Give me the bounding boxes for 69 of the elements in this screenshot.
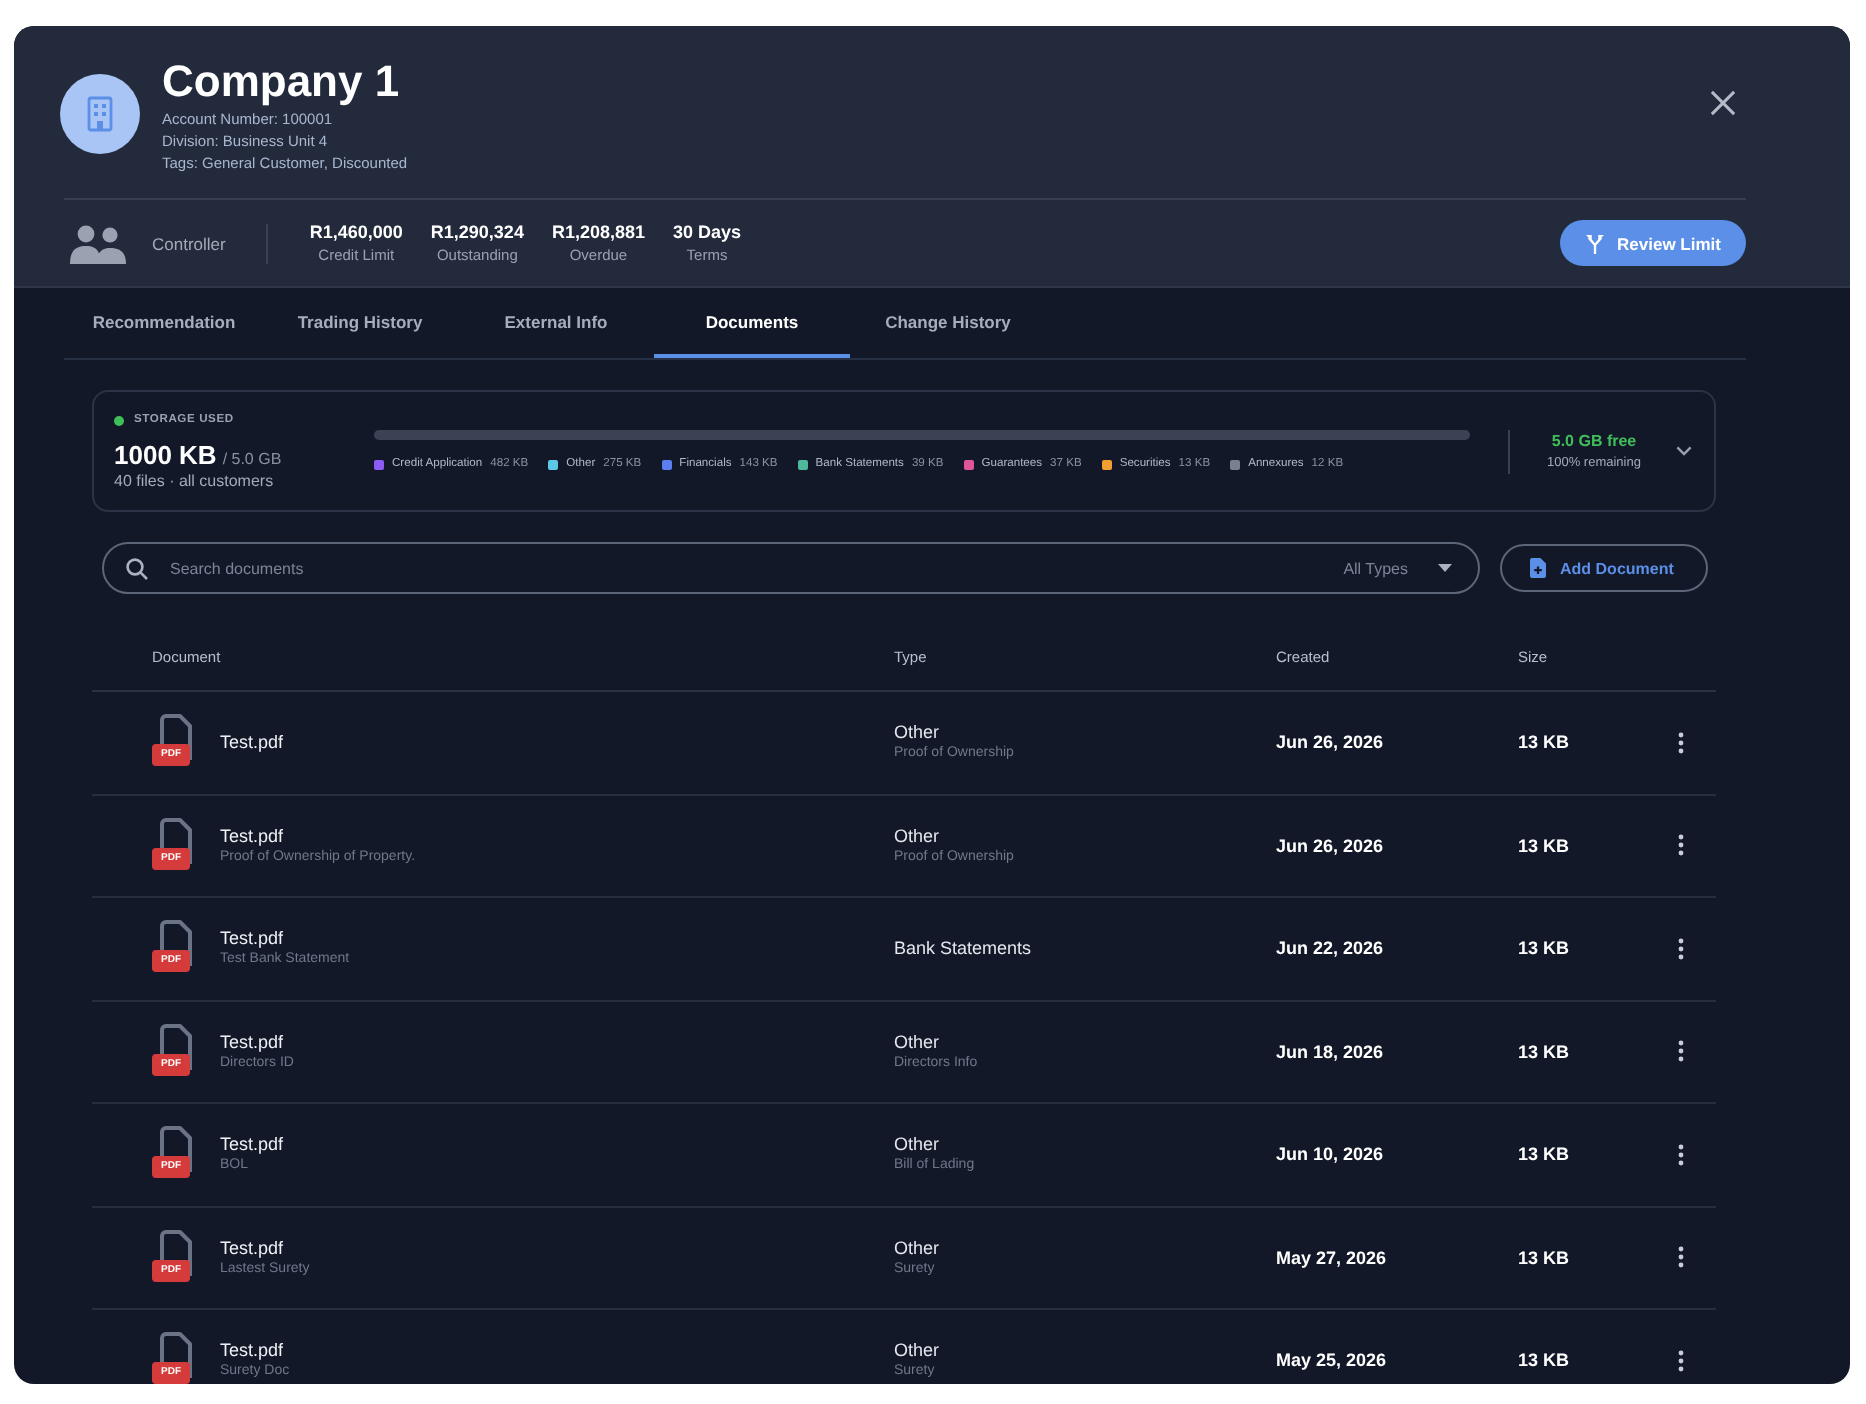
caret-down-icon bbox=[1438, 564, 1452, 572]
file-name[interactable]: Test.pdf bbox=[220, 1235, 310, 1260]
file-size: 13 KB bbox=[1518, 732, 1570, 753]
stat-value: R1,290,324 bbox=[430, 220, 524, 244]
document-type: Other bbox=[894, 1029, 942, 1054]
close-icon[interactable] bbox=[1710, 90, 1736, 116]
file-icon bbox=[160, 714, 192, 763]
free-space: 5.0 GB free bbox=[1549, 429, 1639, 453]
file-icon bbox=[160, 817, 192, 866]
file-size: 13 KB bbox=[1518, 938, 1570, 959]
created-date: Jun 26, 2026 bbox=[1276, 732, 1384, 753]
more-options-icon[interactable] bbox=[1677, 937, 1683, 960]
file-name[interactable]: Test.pdf bbox=[220, 730, 284, 755]
storage-used: 1000 KB bbox=[114, 439, 217, 471]
more-options-icon[interactable] bbox=[1677, 1143, 1683, 1166]
file-count: 40 files · all customers bbox=[114, 471, 276, 491]
more-options-icon[interactable] bbox=[1677, 1246, 1683, 1269]
role-label: Controller bbox=[152, 233, 226, 253]
document-type: Other bbox=[894, 1235, 940, 1260]
document-type: Other bbox=[894, 1338, 940, 1363]
file-size: 13 KB bbox=[1518, 1247, 1570, 1268]
file-name[interactable]: Test.pdf bbox=[220, 1338, 290, 1363]
created-date: May 27, 2026 bbox=[1276, 1247, 1387, 1268]
file-plus-icon bbox=[1530, 558, 1546, 578]
file-name[interactable]: Test.pdf bbox=[220, 1132, 284, 1157]
storage-total: / 5.0 GB bbox=[222, 449, 282, 467]
created-date: Jun 22, 2026 bbox=[1276, 938, 1384, 959]
created-date: Jun 26, 2026 bbox=[1276, 835, 1384, 856]
split-arrows-icon bbox=[1585, 233, 1604, 253]
more-options-icon[interactable] bbox=[1677, 1349, 1683, 1372]
file-icon bbox=[160, 1332, 192, 1381]
document-type: Bank Statements bbox=[894, 936, 1032, 961]
created-date: May 25, 2026 bbox=[1276, 1350, 1387, 1371]
more-options-icon[interactable] bbox=[1677, 1040, 1683, 1063]
file-icon bbox=[160, 1023, 192, 1072]
stat-value: 30 Days bbox=[673, 220, 742, 244]
file-size: 13 KB bbox=[1518, 1350, 1570, 1371]
file-icon bbox=[160, 1229, 192, 1278]
building-icon bbox=[60, 74, 140, 154]
tab[interactable]: Recommendation bbox=[66, 288, 262, 358]
created-date: Jun 18, 2026 bbox=[1276, 1041, 1384, 1062]
add-document-button[interactable]: Add Document bbox=[1500, 544, 1708, 592]
stat-value: R1,208,881 bbox=[551, 220, 645, 244]
file-name[interactable]: Test.pdf bbox=[220, 926, 350, 951]
tab[interactable]: Documents bbox=[654, 288, 850, 358]
created-date: Jun 10, 2026 bbox=[1276, 1144, 1384, 1165]
company-title: Company 1 bbox=[162, 56, 402, 108]
chevron-down-icon[interactable] bbox=[1676, 446, 1692, 456]
file-size: 13 KB bbox=[1518, 1144, 1570, 1165]
file-icon bbox=[160, 920, 192, 969]
tab[interactable]: Trading History bbox=[262, 288, 458, 358]
search-icon bbox=[126, 557, 148, 579]
status-dot-icon bbox=[114, 415, 124, 425]
stat-value: R1,460,000 bbox=[309, 220, 403, 244]
document-type: Other bbox=[894, 823, 942, 848]
tab[interactable]: External Info bbox=[458, 288, 654, 358]
more-options-icon[interactable] bbox=[1677, 731, 1683, 754]
file-icon bbox=[160, 1126, 192, 1175]
search-field[interactable]: Search documents All Types bbox=[102, 542, 1480, 594]
file-name[interactable]: Test.pdf bbox=[220, 823, 416, 848]
file-size: 13 KB bbox=[1518, 835, 1570, 856]
type-filter-dropdown[interactable]: All Types bbox=[1343, 559, 1452, 577]
tab[interactable]: Change History bbox=[850, 288, 1046, 358]
document-type: Other bbox=[894, 1132, 942, 1157]
file-size: 13 KB bbox=[1518, 1041, 1570, 1062]
more-options-icon[interactable] bbox=[1677, 834, 1683, 857]
people-icon bbox=[70, 223, 126, 263]
document-type: Other bbox=[894, 720, 942, 745]
file-name[interactable]: Test.pdf bbox=[220, 1029, 294, 1054]
